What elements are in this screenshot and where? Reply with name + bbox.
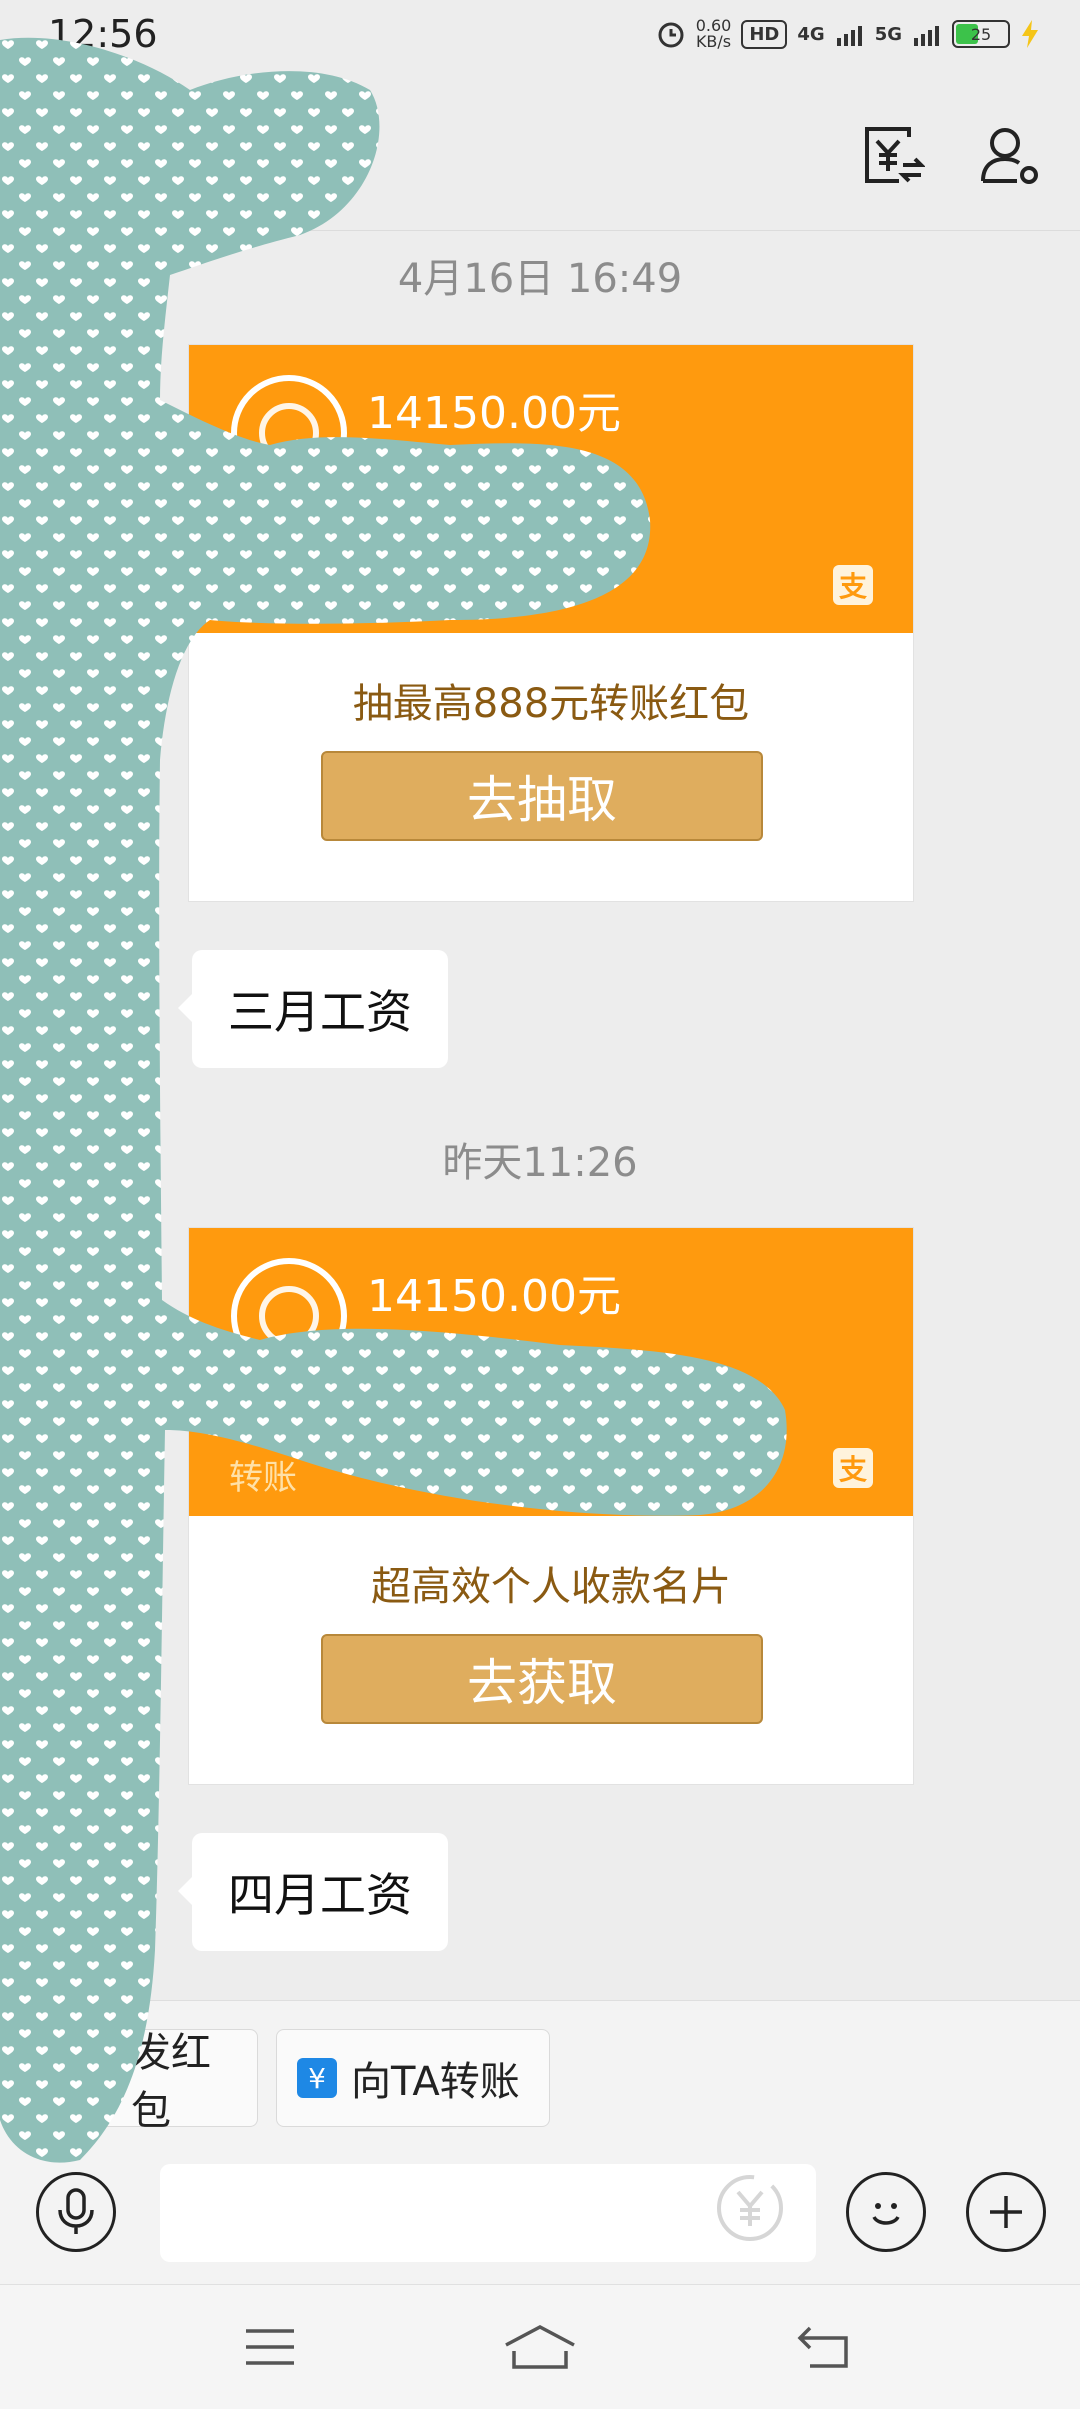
quick-action-bar: 发红包 ¥ 向TA转账 (0, 2000, 1080, 2165)
message-timestamp: 昨天11:26 (442, 1140, 638, 1186)
transfer-amount: 14150.00元 (367, 388, 621, 439)
alarm-icon (658, 22, 684, 48)
input-row (0, 2164, 1080, 2284)
yen-circle-icon (717, 2175, 783, 2241)
red-packet-label: 发红包 (131, 2030, 211, 2134)
home-button[interactable] (490, 2307, 590, 2387)
status-bar: 12:56 0.60 KB/s HD 4G 5G 25 (0, 0, 1080, 80)
chat-header (0, 80, 1080, 231)
get-button[interactable]: 去获取 (321, 1634, 763, 1724)
draw-button[interactable]: 去抽取 (321, 751, 763, 841)
signal-5g-label: 5G (874, 23, 902, 45)
home-icon (505, 2325, 575, 2369)
transfer-card-header: 14150.00元 支 (175, 345, 913, 633)
net-speed: 0.60 KB/s (695, 16, 732, 51)
transfer-circle-icon (231, 375, 347, 491)
alipay-logo-icon: 支 (833, 565, 873, 605)
chat-settings-button[interactable] (970, 116, 1050, 196)
promo-text: 抽最高888元转账红包 (352, 681, 750, 727)
system-nav-bar (0, 2284, 1080, 2409)
signal-4g-label: 4G (797, 23, 825, 45)
transfer-card-promo: 抽最高888元转账红包 去抽取 (189, 633, 913, 901)
promo-text: 超高效个人收款名片 (371, 1564, 731, 1610)
transfer-label: 向TA转账 (351, 2059, 520, 2105)
status-icons: 0.60 KB/s HD 4G 5G 25 (656, 18, 1040, 50)
more-button[interactable] (966, 2172, 1046, 2252)
alipay-logo-icon: 支 (833, 1448, 873, 1488)
transfer-card[interactable]: 14150.00元 支 抽最高888元转账红包 去抽取 (175, 344, 914, 902)
back-button[interactable] (774, 2307, 874, 2387)
charging-icon (1022, 20, 1038, 48)
voice-button[interactable] (36, 2172, 116, 2252)
back-icon (797, 2326, 848, 2368)
signal-bars-icon (836, 26, 862, 46)
transfer-description: 转账给你 (367, 1340, 503, 1380)
user-settings-icon (981, 128, 1038, 184)
hd-badge: HD (741, 19, 788, 49)
microphone-icon (58, 2188, 94, 2234)
transfer-button[interactable] (852, 116, 932, 196)
plus-icon (990, 2196, 1022, 2228)
smiley-icon (872, 2203, 900, 2225)
text-message-bubble[interactable]: 三月工资 (178, 950, 448, 1068)
signal-bars-icon (914, 26, 939, 46)
transfer-amount: 14150.00元 (367, 1271, 621, 1322)
status-time: 12:56 (48, 12, 158, 56)
recent-apps-button[interactable] (220, 2307, 320, 2387)
yen-icon: ¥ (297, 2058, 337, 2098)
transfer-card[interactable]: 14150.00元 转账给你 转账 支 超高效个人收款名片 去获取 (175, 1227, 914, 1785)
battery-icon: 25 (952, 20, 1010, 48)
transfer-type-label: 转账 (229, 1458, 297, 1498)
menu-icon (246, 2329, 294, 2365)
transfer-card-promo: 超高效个人收款名片 去获取 (189, 1516, 913, 1784)
transfer-to-ta-button[interactable]: ¥ 向TA转账 (276, 2029, 550, 2127)
yen-transfer-icon (865, 127, 925, 183)
text-message-bubble[interactable]: 四月工资 (178, 1833, 448, 1951)
transfer-circle-icon (231, 1258, 347, 1374)
quick-transfer-button[interactable] (712, 2170, 788, 2246)
send-red-packet-button[interactable]: 发红包 (60, 2029, 258, 2134)
transfer-card-header: 14150.00元 转账给你 转账 支 (175, 1228, 913, 1516)
emoji-button[interactable] (846, 2172, 926, 2252)
message-timestamp: 4月16日 16:49 (397, 256, 683, 302)
